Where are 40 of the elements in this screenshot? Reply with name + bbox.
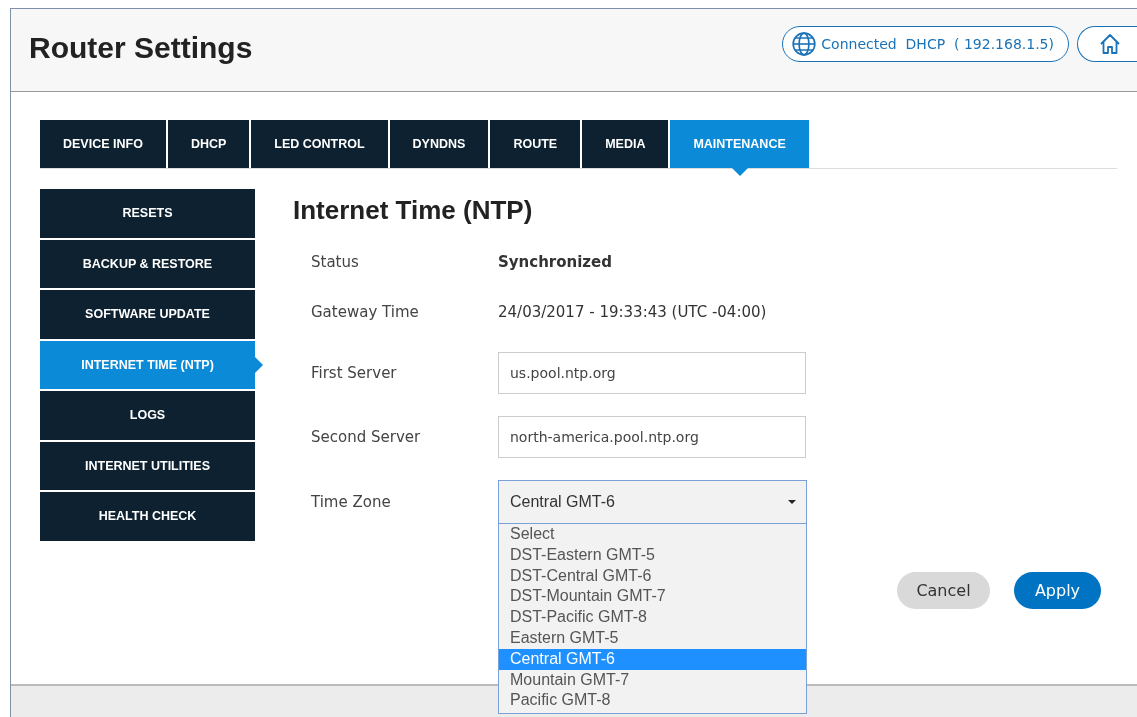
field-value: Synchronized — [498, 253, 612, 271]
section-title: Internet Time (NTP) — [293, 195, 534, 226]
field-label: First Server — [310, 364, 398, 382]
sidebar-item[interactable]: LOGS — [40, 391, 255, 440]
sidebar-item[interactable]: INTERNET UTILITIES — [40, 441, 255, 490]
page-title: Router Settings — [29, 31, 253, 65]
cancel-button[interactable]: Cancel — [897, 572, 990, 609]
field-value: 24/03/2017 - 19:33:43 (UTC -04:00) — [498, 303, 767, 321]
selection-pointer — [731, 168, 748, 176]
selection-pointer — [255, 356, 263, 373]
sidebar-item[interactable]: SOFTWARE UPDATE — [40, 290, 255, 339]
caret-icon — [788, 500, 796, 504]
input-field[interactable]: us.pool.ntp.org — [498, 352, 806, 394]
field-label: Status — [310, 253, 360, 271]
input-field[interactable]: north-america.pool.ntp.org — [498, 416, 806, 458]
sidebar-item[interactable]: HEALTH CHECK — [40, 492, 255, 541]
sidebar-item[interactable]: BACKUP & RESTORE — [40, 239, 255, 288]
time-zone-dropdown[interactable]: Central GMT-6 — [498, 480, 807, 524]
tab[interactable]: DYNDNS — [389, 120, 489, 168]
field-label: Time Zone — [310, 493, 392, 511]
tab[interactable]: MEDIA — [582, 120, 669, 168]
home-button[interactable] — [1077, 26, 1137, 62]
dropdown-option[interactable]: DST-Central GMT-6 — [499, 565, 806, 587]
tab[interactable]: ROUTE — [490, 120, 581, 168]
dropdown-option[interactable]: Mountain GMT-7 — [499, 669, 806, 691]
field-label: Second Server — [310, 428, 422, 446]
field-label: Gateway Time — [310, 303, 420, 321]
tab[interactable]: DEVICE INFO — [40, 120, 166, 168]
tab[interactable]: DHCP — [167, 120, 250, 168]
tab[interactable]: LED CONTROL — [251, 120, 388, 168]
dropdown-option[interactable]: Eastern GMT-5 — [499, 628, 806, 649]
dropdown-option[interactable]: Select — [499, 524, 806, 545]
dropdown-option[interactable]: Pacific GMT-8 — [499, 690, 806, 712]
dropdown-option[interactable]: DST-Pacific GMT-8 — [499, 607, 806, 628]
sidebar-item[interactable]: RESETS — [40, 189, 255, 238]
apply-button[interactable]: Apply — [1014, 572, 1101, 609]
connection-status-button[interactable]: Connected DHCP ( 192.168.1.5) — [782, 26, 1069, 62]
dropdown-option[interactable]: DST-Mountain GMT-7 — [499, 586, 806, 608]
globe-icon — [791, 31, 818, 57]
dropdown-option[interactable]: DST-Eastern GMT-5 — [499, 544, 806, 566]
